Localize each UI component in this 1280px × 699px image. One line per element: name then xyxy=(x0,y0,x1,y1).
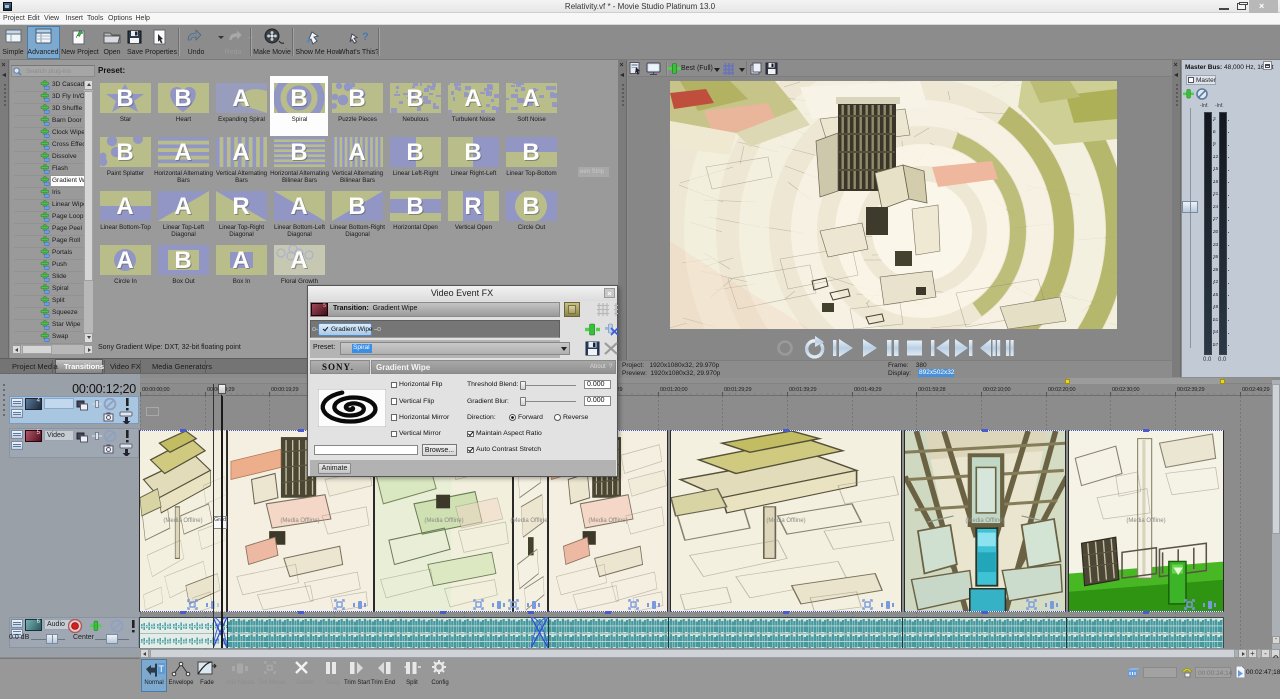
svg-text:A: A xyxy=(348,139,365,166)
svg-text:R: R xyxy=(464,193,481,220)
svg-text:T: T xyxy=(159,664,165,674)
svg-text:B: B xyxy=(406,139,423,166)
svg-text:B: B xyxy=(290,85,307,112)
svg-text:B: B xyxy=(406,193,423,220)
svg-text:B: B xyxy=(174,85,191,112)
svg-text:A: A xyxy=(290,247,307,274)
svg-text:A: A xyxy=(174,193,191,220)
svg-text:B: B xyxy=(290,139,307,166)
svg-text:B: B xyxy=(174,247,191,274)
svg-text:A: A xyxy=(116,247,133,274)
svg-text:B: B xyxy=(116,139,133,166)
svg-text:?: ? xyxy=(362,31,369,43)
svg-text:A: A xyxy=(290,193,307,220)
svg-text:B: B xyxy=(348,85,365,112)
svg-text:A: A xyxy=(522,85,539,112)
svg-text:B: B xyxy=(406,85,423,112)
svg-text:B: B xyxy=(522,139,539,166)
svg-text:R: R xyxy=(232,193,249,220)
svg-text:A: A xyxy=(232,85,249,112)
svg-text:B: B xyxy=(116,85,133,112)
svg-text:B: B xyxy=(464,139,481,166)
svg-text:B: B xyxy=(522,193,539,220)
svg-text:A: A xyxy=(232,247,249,274)
svg-text:A: A xyxy=(232,139,249,166)
svg-text:A: A xyxy=(116,193,133,220)
svg-text:A: A xyxy=(174,139,191,166)
svg-text:B: B xyxy=(348,193,365,220)
svg-text:A: A xyxy=(464,85,481,112)
